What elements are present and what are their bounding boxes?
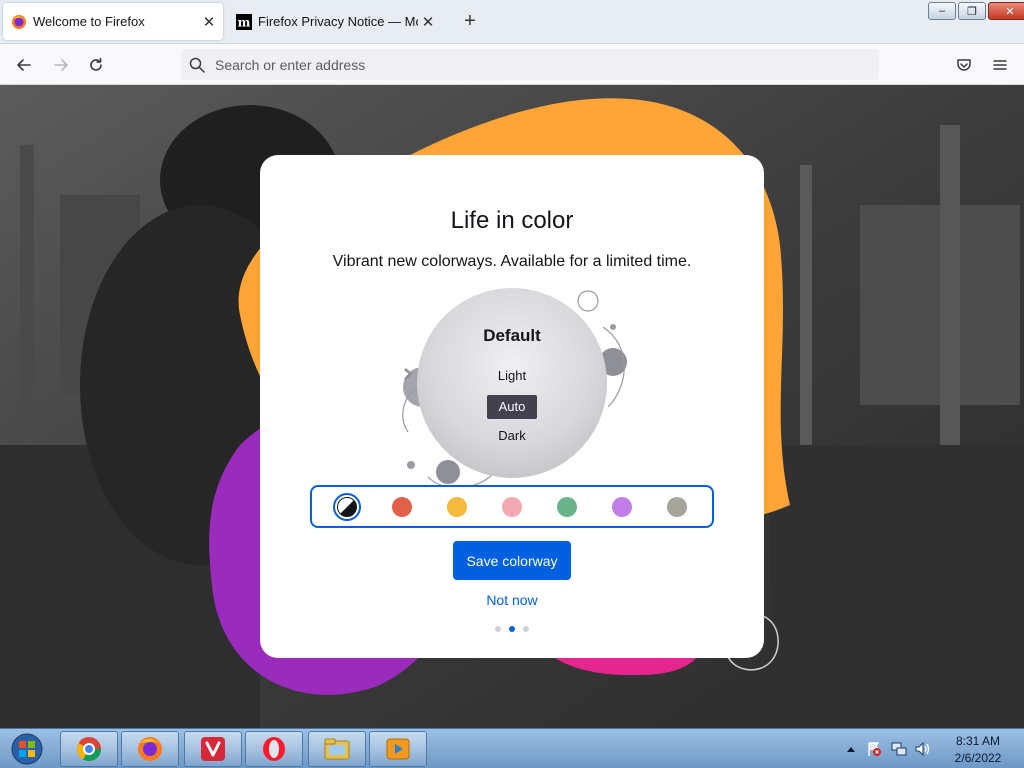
clock-time[interactable]: 8:31 AM: [948, 734, 1008, 748]
step-indicator: [492, 625, 532, 633]
pocket-icon: [957, 59, 971, 71]
back-arrow-icon: [17, 59, 31, 71]
tab-title: Welcome to Firefox: [33, 14, 145, 29]
show-hidden-icons-icon[interactable]: [846, 745, 856, 753]
step-dot: [523, 626, 529, 632]
close-icon[interactable]: ✕: [199, 13, 219, 31]
welcome-page: Life in color Vibrant new colorways. Ava…: [0, 85, 1024, 728]
taskbar-file-explorer[interactable]: [308, 731, 366, 767]
forward-button[interactable]: [48, 52, 74, 78]
taskbar-vivaldi[interactable]: [184, 731, 242, 767]
card-subtitle: Vibrant new colorways. Available for a l…: [332, 253, 692, 270]
tab-welcome-to-firefox[interactable]: Welcome to Firefox ✕: [3, 3, 223, 40]
theme-option-dark[interactable]: Dark: [462, 428, 562, 443]
firefox-icon: [11, 14, 27, 30]
network-icon[interactable]: [890, 741, 908, 757]
colorway-picker: [310, 485, 714, 528]
colorway-swatch-green[interactable]: [557, 497, 577, 517]
not-now-link[interactable]: Not now: [462, 592, 562, 608]
tab-firefox-privacy-notice[interactable]: m Firefox Privacy Notice — Mozilla ✕: [232, 3, 442, 40]
step-dot-current: [509, 626, 515, 632]
back-button[interactable]: [11, 52, 37, 78]
reload-button[interactable]: [83, 52, 109, 78]
taskbar-opera[interactable]: [245, 731, 303, 767]
vivaldi-icon: [201, 737, 225, 761]
taskbar-firefox[interactable]: [121, 731, 179, 767]
colorway-swatch-pink[interactable]: [502, 497, 522, 517]
tab-strip: Welcome to Firefox ✕ m Firefox Privacy N…: [0, 0, 1024, 44]
default-colorway-icon: [337, 497, 357, 517]
hamburger-menu-icon: [993, 60, 1007, 70]
taskbar-media-player[interactable]: [369, 731, 427, 767]
mozilla-m-icon: m: [236, 13, 252, 30]
colorway-swatch-purple[interactable]: [612, 497, 632, 517]
chrome-icon: [76, 737, 101, 762]
file-explorer-icon: [324, 738, 350, 760]
reload-icon: [90, 57, 102, 71]
media-player-icon: [386, 738, 410, 760]
new-tab-button[interactable]: +: [458, 10, 482, 34]
windows-logo-icon: [11, 733, 43, 765]
theme-option-light[interactable]: Light: [462, 368, 562, 383]
theme-option-auto[interactable]: Auto: [487, 395, 537, 419]
system-tray: 8:31 AM 2/6/2022: [840, 729, 1024, 768]
forward-arrow-icon: [54, 59, 68, 71]
colorway-swatch-red[interactable]: [392, 497, 412, 517]
tab-title: Firefox Privacy Notice — Mozilla: [258, 14, 418, 29]
navigation-toolbar: [0, 44, 1024, 85]
application-menu-button[interactable]: [987, 52, 1013, 78]
onboarding-card: Life in color Vibrant new colorways. Ava…: [260, 155, 764, 658]
close-icon[interactable]: ✕: [418, 13, 438, 31]
clock-date[interactable]: 2/6/2022: [948, 751, 1008, 765]
pocket-button[interactable]: [951, 52, 977, 78]
search-icon: [189, 57, 205, 73]
taskbar-chrome[interactable]: [60, 731, 118, 767]
card-title: Life in color: [450, 207, 574, 234]
windows-taskbar: 8:31 AM 2/6/2022: [0, 728, 1024, 768]
close-window-button[interactable]: ✕: [988, 2, 1024, 20]
firefox-icon: [138, 737, 162, 761]
volume-icon[interactable]: [914, 741, 932, 757]
minimize-button[interactable]: –: [928, 2, 956, 20]
action-center-flag-icon[interactable]: [866, 741, 882, 757]
colorway-swatch-yellow[interactable]: [447, 497, 467, 517]
start-button[interactable]: [4, 731, 50, 767]
theme-name: Default: [483, 326, 541, 345]
save-colorway-button[interactable]: Save colorway: [453, 541, 571, 580]
opera-icon: [263, 737, 285, 761]
address-input[interactable]: [215, 56, 855, 73]
colorway-swatch-gray[interactable]: [667, 497, 687, 517]
svg-text:m: m: [238, 15, 251, 29]
address-bar[interactable]: [181, 49, 879, 80]
maximize-button[interactable]: ❐: [958, 2, 986, 20]
colorway-swatch-default[interactable]: [333, 493, 361, 521]
window-controls: – ❐ ✕: [926, 2, 1024, 20]
step-dot: [495, 626, 501, 632]
theme-preview-circle: Default Light Auto Dark: [417, 288, 607, 478]
